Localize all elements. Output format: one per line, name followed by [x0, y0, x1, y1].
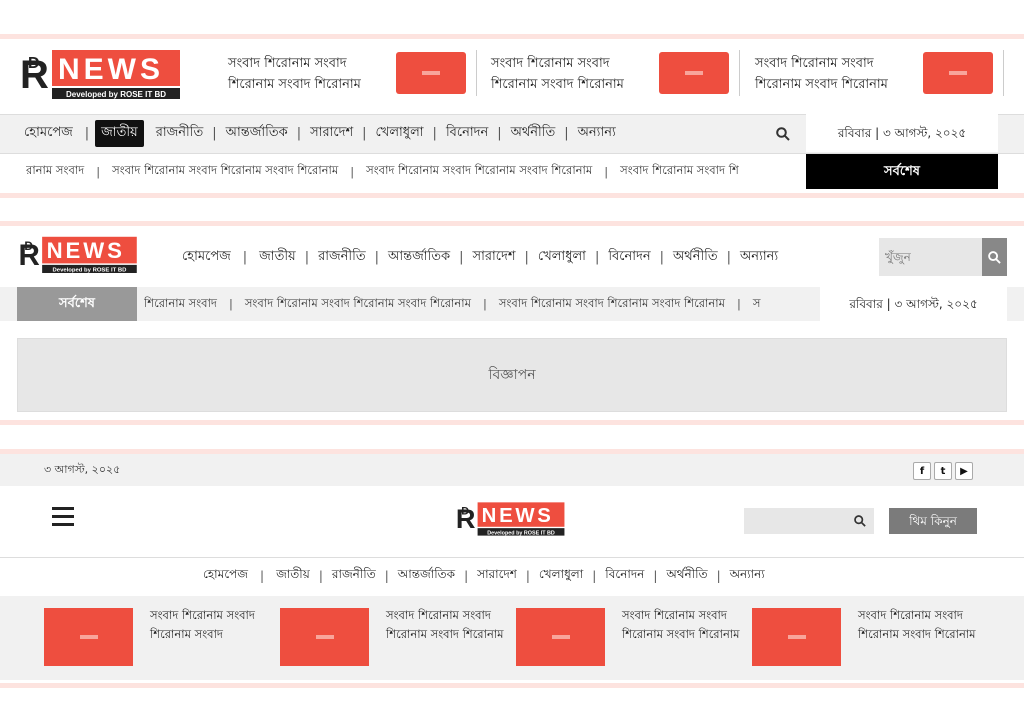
news-thumbnail[interactable]	[44, 608, 133, 666]
date-display: রবিবার | ৩ আগস্ট, ২০২৫	[806, 114, 998, 152]
search-icon	[854, 515, 866, 527]
nav-item-international[interactable]: আন্তর্জাতিক	[382, 247, 456, 268]
nav-item-home[interactable]: হোমপেজ	[197, 566, 254, 586]
nav-item-sports[interactable]: খেলাধুলা	[370, 123, 430, 144]
news-thumbnail[interactable]	[516, 608, 605, 666]
nav-item-others[interactable]: অন্যান্য	[572, 123, 622, 144]
divider	[0, 420, 1024, 425]
logo-tagline: Developed by ROSE IT BD	[66, 90, 166, 99]
search-button[interactable]	[982, 238, 1007, 276]
ticker-item[interactable]: শিরোনাম সংবাদ	[144, 295, 217, 314]
search-input[interactable]	[879, 238, 982, 276]
news-thumbnail[interactable]	[280, 608, 369, 666]
nav-item-country[interactable]: সারাদেশ	[304, 123, 359, 144]
latest-label: সর্বশেষ	[806, 154, 998, 189]
site-logo[interactable]: R D NEWS Developed by ROSE IT BD	[18, 48, 183, 104]
site-logo[interactable]: R D NEWS Developed by ROSE IT BD	[454, 501, 567, 539]
latest-label: সর্বশেষ	[17, 287, 137, 321]
ticker-item[interactable]: স	[753, 295, 761, 314]
svg-text:D: D	[28, 55, 40, 72]
youtube-icon[interactable]: ▶	[955, 462, 973, 480]
main-nav: হোমপেজ | জাতীয় রাজনীতি | আন্তর্জাতিক | সার…	[18, 114, 622, 152]
nav-item-international[interactable]: আন্তর্জাতিক	[392, 566, 461, 586]
ticker-item[interactable]: সংবাদ শিরোনাম সংবাদ শিরোনাম সংবাদ শিরোনা…	[112, 162, 338, 181]
search-input[interactable]	[744, 508, 874, 534]
news-thumbnail[interactable]	[659, 52, 729, 94]
nav-item-sports[interactable]: খেলাধুলা	[533, 566, 589, 586]
buy-theme-button[interactable]: থিম কিনুন	[889, 508, 977, 534]
news-title[interactable]: সংবাদ শিরোনাম সংবাদ শিরোনাম সংবাদ শিরোনা…	[228, 53, 388, 95]
nav-item-politics[interactable]: রাজনীতি	[150, 123, 210, 144]
divider	[476, 50, 477, 96]
news-thumbnail[interactable]	[923, 52, 993, 94]
logo-text: NEWS	[58, 53, 164, 86]
news-title[interactable]: সংবাদ শিরোনাম সংবাদ শিরোনাম সংবাদ শিরোনা…	[386, 606, 512, 644]
top-bar	[0, 454, 1024, 486]
logo-text: NEWS	[482, 505, 554, 527]
nav-item-economy[interactable]: অর্থনীতি	[505, 123, 562, 144]
main-nav: হোমপেজ | জাতীয় | রাজনীতি | আন্তর্জাতিক | সা…	[197, 557, 771, 595]
date-display: রবিবার | ৩ আগস্ট, ২০২৫	[820, 287, 1007, 321]
news-thumbnail[interactable]	[396, 52, 466, 94]
facebook-icon[interactable]: f	[913, 462, 931, 480]
divider	[0, 683, 1024, 688]
nav-item-others[interactable]: অন্যান্য	[734, 247, 784, 268]
date-display: ৩ আগস্ট, ২০২৫	[44, 463, 121, 476]
divider	[0, 221, 1024, 226]
menu-icon[interactable]	[52, 507, 74, 527]
nav-item-entertainment[interactable]: বিনোদন	[599, 566, 650, 586]
ticker-item[interactable]: সংবাদ শিরোনাম সংবাদ শিরোনাম সংবাদ শিরোনা…	[245, 295, 471, 314]
nav-item-country[interactable]: সারাদেশ	[467, 247, 522, 268]
nav-item-national[interactable]: জাতীয়	[253, 247, 302, 268]
divider	[0, 193, 1024, 198]
logo-tagline: Developed by ROSE IT BD	[487, 530, 555, 536]
nav-item-politics[interactable]: রাজনীতি	[326, 566, 382, 586]
divider	[739, 50, 740, 96]
nav-item-international[interactable]: আন্তর্জাতিক	[220, 123, 294, 144]
nav-item-politics[interactable]: রাজনীতি	[312, 247, 372, 268]
logo-text: NEWS	[47, 238, 125, 263]
ticker-item[interactable]: রানাম সংবাদ	[26, 162, 84, 181]
nav-item-home[interactable]: হোমপেজ	[176, 247, 237, 268]
svg-text:D: D	[461, 506, 469, 518]
main-nav: হোমপেজ | জাতীয় | রাজনীতি | আন্তর্জাতিক | সা…	[176, 238, 784, 276]
news-ticker: রানাম সংবাদ | সংবাদ শিরোনাম সংবাদ শিরোনাম…	[26, 154, 802, 189]
nav-item-economy[interactable]: অর্থনীতি	[660, 566, 713, 586]
search-icon	[988, 250, 1001, 264]
ticker-item[interactable]: সংবাদ শিরোনাম সংবাদ শি	[620, 162, 739, 181]
svg-text:D: D	[24, 239, 33, 253]
news-title[interactable]: সংবাদ শিরোনাম সংবাদ শিরোনাম সংবাদ শিরোনা…	[755, 53, 915, 95]
news-ticker: শিরোনাম সংবাদ | সংবাদ শিরোনাম সংবাদ শিরোন…	[144, 287, 818, 321]
news-title[interactable]: সংবাদ শিরোনাম সংবাদ শিরোনাম সংবাদ শিরোনা…	[858, 606, 984, 644]
news-title[interactable]: সংবাদ শিরোনাম সংবাদ শিরোনাম সংবাদ শিরোনা…	[622, 606, 748, 644]
site-logo[interactable]: R D NEWS Developed by ROSE IT BD	[17, 235, 139, 277]
nav-item-entertainment[interactable]: বিনোদন	[440, 123, 494, 144]
nav-item-economy[interactable]: অর্থনীতি	[667, 247, 724, 268]
nav-item-home[interactable]: হোমপেজ	[18, 123, 79, 144]
divider	[1003, 50, 1004, 96]
nav-item-others[interactable]: অন্যান্য	[724, 566, 771, 586]
nav-item-national[interactable]: জাতীয়	[95, 119, 144, 147]
advertisement-banner[interactable]: বিজ্ঞাপন	[17, 338, 1007, 412]
divider	[0, 34, 1024, 39]
logo-tagline: Developed by ROSE IT BD	[53, 268, 128, 274]
nav-item-entertainment[interactable]: বিনোদন	[602, 247, 656, 268]
search-icon[interactable]	[776, 126, 790, 145]
nav-item-sports[interactable]: খেলাধুলা	[532, 247, 592, 268]
nav-item-country[interactable]: সারাদেশ	[471, 566, 523, 586]
ticker-item[interactable]: সংবাদ শিরোনাম সংবাদ শিরোনাম সংবাদ শিরোনা…	[366, 162, 592, 181]
ticker-item[interactable]: সংবাদ শিরোনাম সংবাদ শিরোনাম সংবাদ শিরোনা…	[499, 295, 725, 314]
news-thumbnail[interactable]	[752, 608, 841, 666]
news-title[interactable]: সংবাদ শিরোনাম সংবাদ শিরোনাম সংবাদ শিরোনা…	[491, 53, 651, 95]
news-title[interactable]: সংবাদ শিরোনাম সংবাদ শিরোনাম সংবাদ	[150, 606, 276, 644]
social-links: f t ▶	[913, 462, 973, 480]
twitter-icon[interactable]: t	[934, 462, 952, 480]
nav-item-national[interactable]: জাতীয়	[270, 566, 316, 586]
